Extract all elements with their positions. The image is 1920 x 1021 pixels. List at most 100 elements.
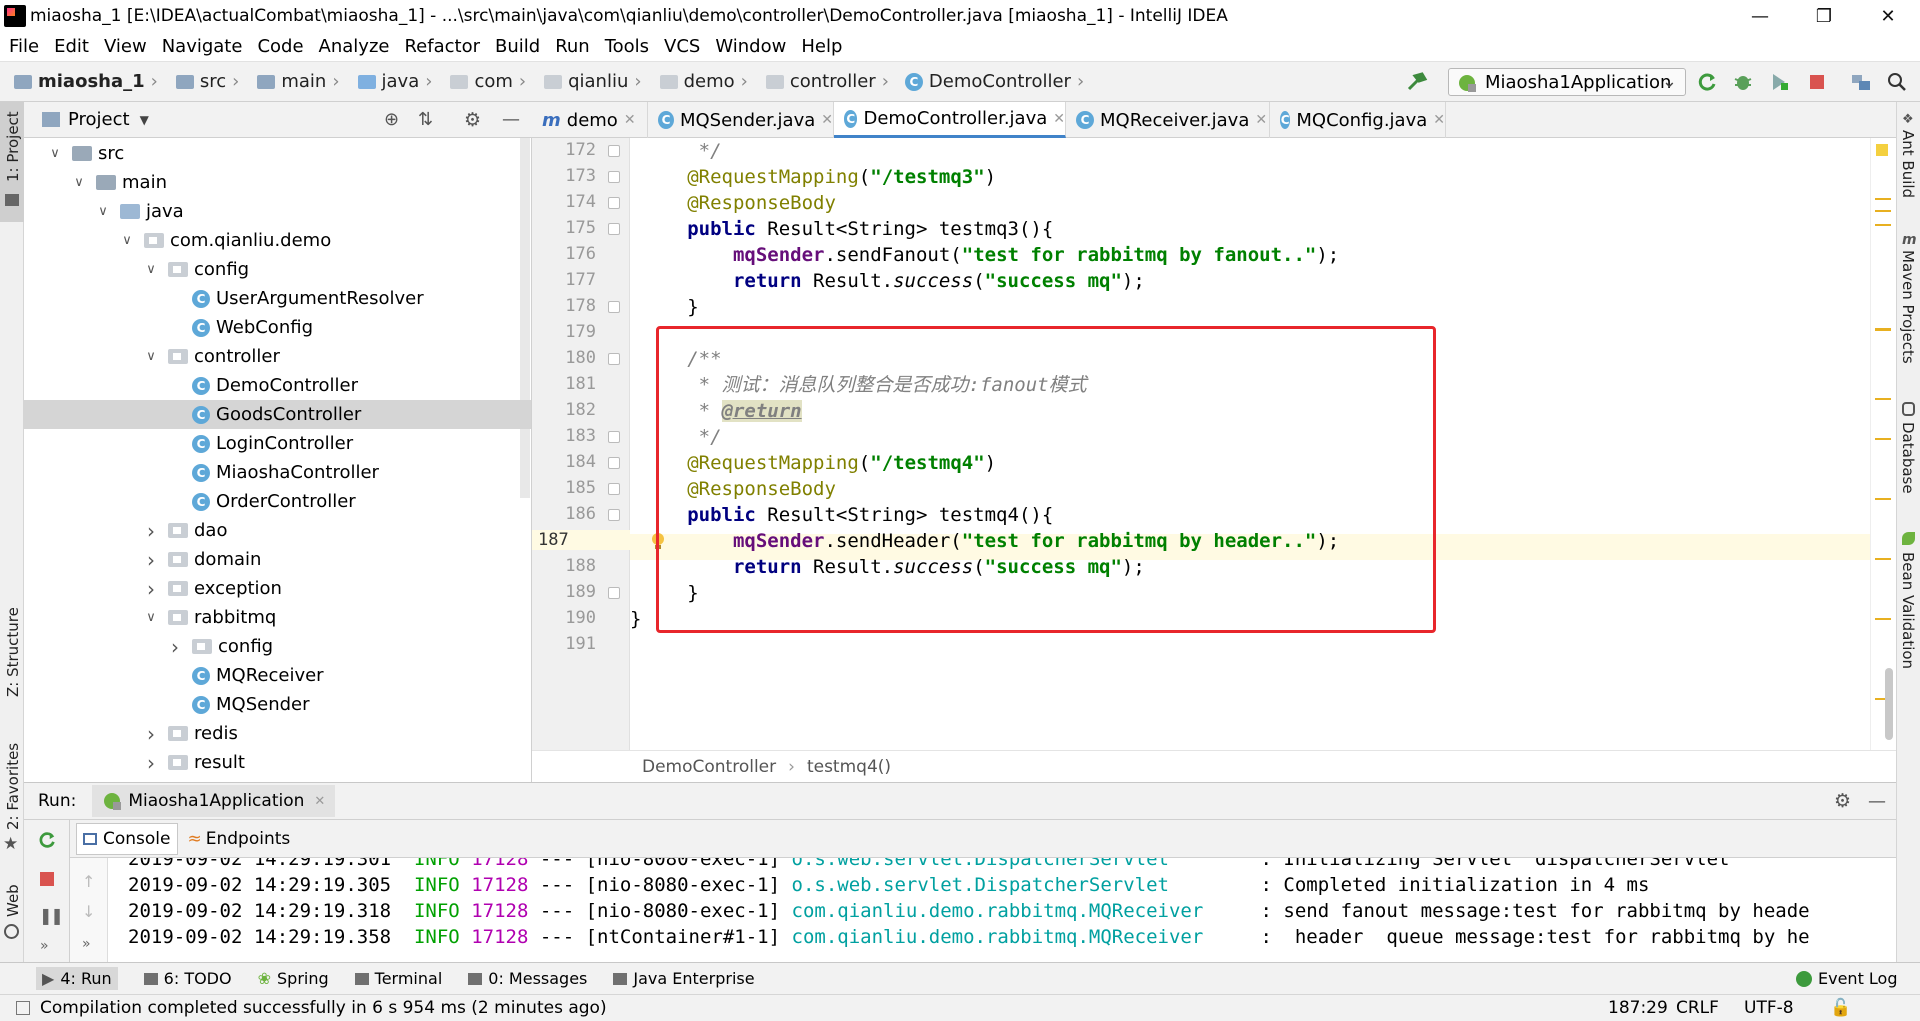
arrow-down-icon[interactable]: ↓ — [82, 902, 95, 921]
bean-validation-tool-button[interactable]: Bean Validation — [1897, 532, 1920, 672]
fold-marker-icon[interactable] — [608, 509, 620, 521]
gear-icon[interactable]: ⚙ — [464, 109, 481, 131]
fold-marker-icon[interactable] — [608, 301, 620, 313]
tool-messages[interactable]: 0: Messages — [468, 969, 587, 988]
breadcrumb-controller[interactable]: controller › — [752, 71, 893, 92]
tree-item[interactable]: C UserArgumentResolver — [24, 284, 531, 313]
ant-build-tool-button[interactable]: ❖ Ant Build — [1897, 112, 1920, 212]
editor-gutter[interactable]: 172 173 174 175 176 177 178 179 180 181 182 183 184 1… — [532, 138, 630, 750]
tree-item[interactable]: C LoginController — [24, 429, 531, 458]
chevron-right-icon[interactable]: › — [144, 751, 158, 775]
editor-breadcrumb-method[interactable]: testmq4() — [807, 757, 891, 777]
close-icon[interactable]: ✕ — [821, 112, 833, 128]
close-icon[interactable]: ✕ — [624, 112, 636, 128]
tree-item[interactable]: C MQReceiver — [24, 661, 531, 690]
restore-icon[interactable]: ❐ — [1792, 0, 1856, 32]
menu-code[interactable]: Code — [257, 36, 303, 57]
breadcrumb-democontroller[interactable]: C DemoController › — [893, 71, 1088, 92]
chevron-right-icon[interactable]: › — [144, 519, 158, 543]
editor-scrollbar-thumb[interactable] — [1885, 668, 1893, 740]
project-structure-icon[interactable] — [1850, 71, 1872, 93]
tab-mqsender[interactable]: C MQSender.java ✕ — [648, 102, 834, 138]
breadcrumb-demo[interactable]: demo › — [646, 71, 752, 92]
tree-item[interactable]: ∨ main — [24, 168, 531, 197]
tab-mqconfig[interactable]: C MQConfig.java ✕ — [1270, 102, 1446, 138]
fold-marker-icon[interactable] — [608, 457, 620, 469]
toggle-panel-icon[interactable] — [16, 1001, 30, 1015]
tree-item[interactable]: C MQSender — [24, 690, 531, 719]
fold-marker-icon[interactable] — [608, 223, 620, 235]
caret-position[interactable]: 187:29 — [1608, 998, 1668, 1018]
run-configuration-select[interactable]: Miaosha1Application ⌄ — [1448, 68, 1686, 96]
tree-item[interactable]: › result — [24, 748, 531, 777]
fold-marker-icon[interactable] — [608, 197, 620, 209]
tree-item[interactable]: C WebConfig — [24, 313, 531, 342]
more-icon[interactable]: » — [40, 938, 49, 954]
tree-item[interactable]: C OrderController — [24, 487, 531, 516]
close-icon[interactable]: ✕ — [1433, 112, 1445, 128]
chevron-right-icon[interactable]: › — [168, 635, 182, 659]
tree-item[interactable]: C DemoController — [24, 371, 531, 400]
chevron-down-icon[interactable]: ∨ — [144, 349, 158, 364]
tab-mqreceiver[interactable]: C MQReceiver.java ✕ — [1066, 102, 1270, 138]
collapse-all-icon[interactable]: ⇅ — [418, 109, 433, 130]
chevron-down-icon[interactable]: ▼ — [140, 113, 149, 127]
chevron-down-icon[interactable]: ∨ — [144, 262, 158, 277]
tab-democontroller[interactable]: C DemoController.java ✕ — [834, 102, 1066, 138]
tree-item[interactable]: ∨ config — [24, 255, 531, 284]
gear-icon[interactable]: ⚙ — [1834, 790, 1851, 812]
fold-marker-icon[interactable] — [608, 587, 620, 599]
chevron-down-icon[interactable]: ∨ — [96, 204, 110, 219]
minimize-icon[interactable]: — — [1728, 0, 1792, 32]
pause-icon[interactable]: ❚❚ — [39, 906, 64, 925]
rerun-icon[interactable] — [1696, 71, 1718, 93]
tab-console[interactable]: Console — [76, 822, 178, 855]
line-separator[interactable]: CRLF — [1676, 998, 1719, 1018]
project-tool-button[interactable]: 1: Project — [0, 102, 24, 222]
breadcrumb-src[interactable]: src › — [162, 71, 243, 92]
structure-tool-button[interactable]: Z: Structure — [0, 602, 24, 722]
close-icon[interactable]: ✕ — [314, 794, 325, 809]
chevron-down-icon[interactable]: ∨ — [48, 146, 62, 161]
menu-run[interactable]: Run — [555, 36, 590, 57]
tree-item[interactable]: ∨ controller — [24, 342, 531, 371]
editor-error-stripe[interactable] — [1870, 138, 1896, 750]
breadcrumb-com[interactable]: com › — [436, 71, 530, 92]
tree-item[interactable]: C MiaoshaController — [24, 458, 531, 487]
hide-panel-icon[interactable]: — — [502, 109, 520, 130]
tab-demo[interactable]: m demo ✕ — [532, 102, 648, 138]
menu-vcs[interactable]: VCS — [664, 36, 700, 57]
tree-item[interactable]: › redis — [24, 719, 531, 748]
menu-build[interactable]: Build — [495, 36, 540, 57]
tree-item[interactable]: › config — [24, 632, 531, 661]
more-icon[interactable]: » — [82, 936, 91, 952]
breadcrumb-java[interactable]: java › — [344, 71, 437, 92]
tool-java-enterprise[interactable]: Java Enterprise — [613, 969, 755, 988]
search-icon[interactable] — [1886, 71, 1908, 93]
menu-window[interactable]: Window — [715, 36, 786, 57]
tool-terminal[interactable]: Terminal — [354, 969, 442, 988]
maven-projects-tool-button[interactable]: m Maven Projects — [1897, 232, 1920, 382]
tool-spring[interactable]: ❀ Spring — [258, 969, 329, 988]
debug-icon[interactable] — [1732, 71, 1754, 93]
menu-help[interactable]: Help — [801, 36, 842, 57]
chevron-down-icon[interactable]: ∨ — [144, 610, 158, 625]
tree-item[interactable]: C GoodsController — [24, 400, 531, 429]
breadcrumb-main[interactable]: main › — [243, 71, 343, 92]
lock-icon[interactable]: 🔓 — [1830, 998, 1851, 1018]
close-icon[interactable]: ✕ — [1053, 111, 1065, 127]
tree-item[interactable]: ∨ com.qianliu.demo — [24, 226, 531, 255]
menu-file[interactable]: File — [9, 36, 39, 57]
fold-marker-icon[interactable] — [608, 431, 620, 443]
tree-item[interactable]: › dao — [24, 516, 531, 545]
chevron-right-icon[interactable]: › — [144, 722, 158, 746]
hide-panel-icon[interactable]: — — [1868, 791, 1886, 812]
tool-todo[interactable]: 6: TODO — [143, 969, 232, 988]
rerun-icon[interactable] — [37, 830, 57, 850]
tool-run[interactable]: ▶ 4: Run — [36, 967, 118, 990]
fold-marker-icon[interactable] — [608, 353, 620, 365]
chevron-down-icon[interactable]: ∨ — [120, 233, 134, 248]
file-encoding[interactable]: UTF-8 — [1744, 998, 1794, 1018]
tree-item[interactable]: ∨ rabbitmq — [24, 603, 531, 632]
stop-icon[interactable] — [1806, 71, 1828, 93]
